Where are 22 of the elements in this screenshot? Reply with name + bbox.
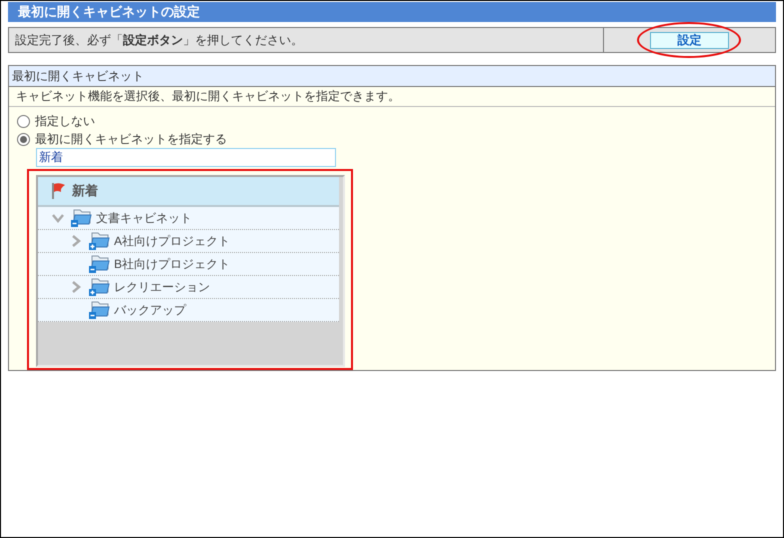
window-title: 最初に開くキャビネットの設定 (8, 2, 776, 22)
radio-label: 最初に開くキャビネットを指定する (35, 131, 227, 148)
section-header: 最初に開くキャビネット (9, 66, 775, 87)
radio-button[interactable] (17, 132, 30, 146)
radio-label: 指定しない (35, 113, 95, 130)
folder-minus-icon (88, 254, 110, 274)
settings-button[interactable]: 設定 (650, 32, 729, 48)
folder-plus-icon (88, 231, 110, 251)
folder-minus-icon (70, 208, 92, 228)
tree-item[interactable]: レクリエーション (38, 276, 339, 299)
tree-item[interactable]: A社向けプロジェクト (38, 230, 339, 253)
notice-message: 設定完了後、必ず「設定ボタン」を押してください。 (9, 28, 604, 52)
tree-item[interactable]: バックアップ (38, 299, 339, 322)
tree-header: 新着 (38, 177, 339, 207)
folder-minus-icon (88, 300, 110, 320)
tree-item[interactable]: 文書キャビネット (38, 207, 339, 230)
section-description: キャビネット機能を選択後、最初に開くキャビネットを指定できます。 (9, 87, 775, 107)
flag-icon (50, 182, 66, 200)
input-field[interactable]: 新着 (36, 148, 336, 167)
tree-item[interactable]: B社向けプロジェクト (38, 253, 339, 276)
radio-button[interactable] (17, 114, 30, 128)
folder-plus-icon (88, 277, 110, 297)
